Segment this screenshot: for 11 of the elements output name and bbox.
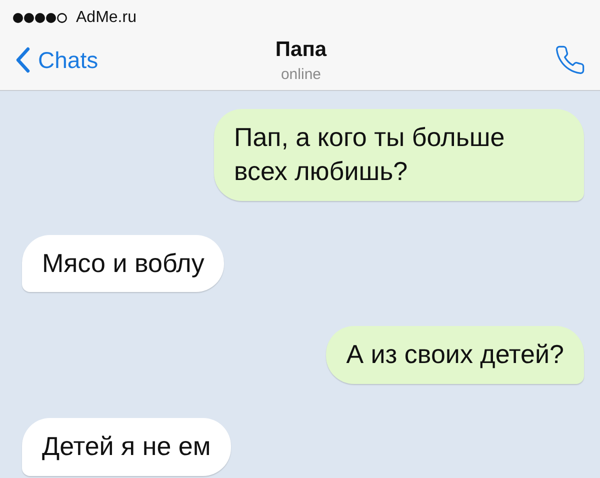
outgoing-message: А из своих детей? xyxy=(326,326,584,384)
incoming-message: Мясо и воблу xyxy=(22,234,224,292)
contact-name: Папа xyxy=(275,38,327,62)
contact-status: online xyxy=(280,66,322,82)
outgoing-message: Пап, а кого ты больше всех любишь? xyxy=(214,109,584,201)
carrier-name: AdMe.ru xyxy=(76,9,136,27)
signal-icon xyxy=(12,12,68,24)
chevron-icon xyxy=(16,47,30,73)
back-link[interactable]: Chats xyxy=(16,46,276,74)
incoming-message: Детей я не ем xyxy=(22,418,231,476)
phone-button[interactable] xyxy=(554,44,586,76)
